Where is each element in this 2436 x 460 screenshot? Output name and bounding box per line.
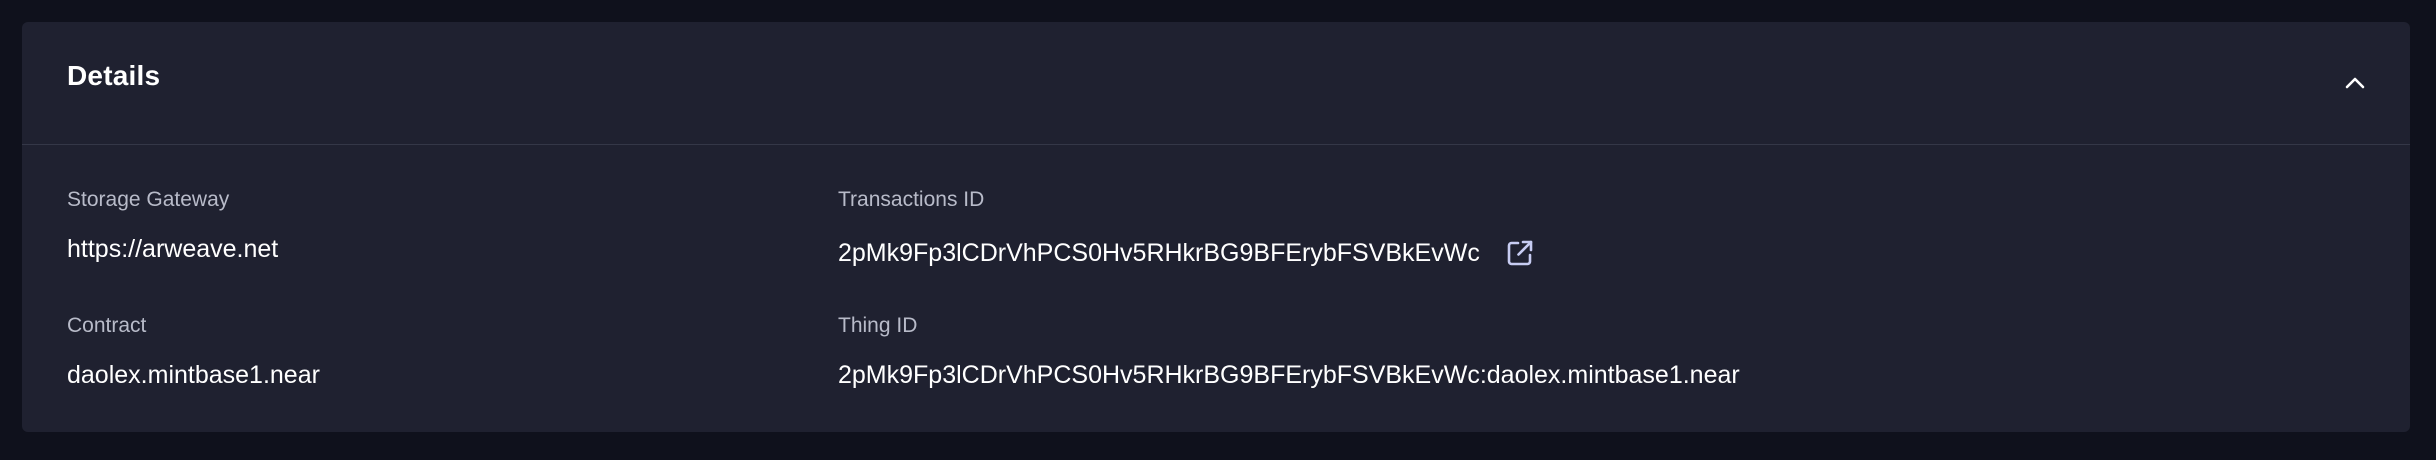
transactions-id-label: Transactions ID: [838, 188, 985, 211]
storage-gateway-field: Storage Gateway https://arweave.net: [67, 189, 278, 262]
chevron-up-icon[interactable]: [2342, 70, 2368, 96]
contract-label: Contract: [67, 314, 147, 337]
transactions-id-field: Transactions ID 2pMk9Fp3lCDrVhPCS0Hv5RHk…: [838, 189, 1536, 269]
panel-title: Details: [67, 60, 161, 91]
details-panel-header[interactable]: Details: [22, 22, 2410, 145]
contract-value: daolex.mintbase1.near: [67, 361, 320, 389]
thing-id-field: Thing ID 2pMk9Fp3lCDrVhPCS0Hv5RHkrBG9BFE…: [838, 315, 1740, 388]
transactions-id-row: 2pMk9Fp3lCDrVhPCS0Hv5RHkrBG9BFErybFSVBkE…: [838, 237, 1536, 269]
storage-gateway-value: https://arweave.net: [67, 235, 279, 263]
transactions-id-value: 2pMk9Fp3lCDrVhPCS0Hv5RHkrBG9BFErybFSVBkE…: [838, 238, 1480, 267]
external-link-icon[interactable]: [1504, 237, 1536, 269]
details-panel: Details Storage Gateway https://arweave.…: [22, 22, 2410, 432]
thing-id-value: 2pMk9Fp3lCDrVhPCS0Hv5RHkrBG9BFErybFSVBkE…: [838, 361, 1740, 389]
contract-field: Contract daolex.mintbase1.near: [67, 315, 320, 388]
storage-gateway-label: Storage Gateway: [67, 188, 230, 211]
thing-id-label: Thing ID: [838, 314, 918, 337]
